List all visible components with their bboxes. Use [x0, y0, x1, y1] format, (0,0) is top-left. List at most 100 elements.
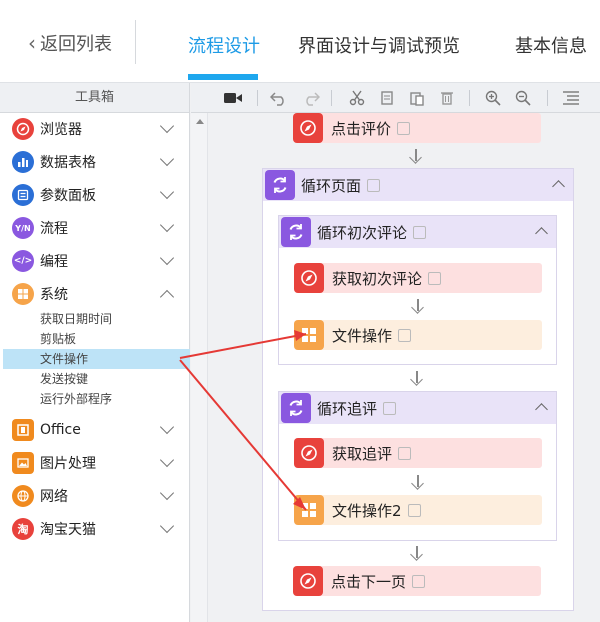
flow-canvas[interactable]: 点击评价 循环页面 循环初次评论 获取初次评论 文件操作 循环追评 获取追评 文… [208, 113, 600, 622]
category-label: 编程 [40, 254, 68, 270]
chevron-down-icon [159, 250, 175, 266]
undo-icon[interactable] [269, 88, 289, 108]
loop-followup-container[interactable]: 循环追评 获取追评 文件操作2 [278, 391, 557, 541]
node-get-followup[interactable]: 获取追评 [294, 438, 542, 468]
tab-basic-info[interactable]: 基本信息 [515, 32, 587, 58]
zoom-out-icon[interactable] [513, 88, 533, 108]
redo-icon[interactable] [301, 88, 321, 108]
chevron-up-icon[interactable] [552, 180, 565, 193]
toolbox-title: 工具箱 [0, 83, 189, 113]
loop-icon [281, 217, 311, 247]
loop-page-header[interactable]: 循环页面 [263, 169, 573, 201]
node-get-first-review[interactable]: 获取初次评论 [294, 263, 542, 293]
chevron-down-icon [159, 419, 175, 435]
node-file-operation-2[interactable]: 文件操作2 [294, 495, 542, 525]
chevron-up-icon[interactable] [535, 403, 548, 416]
system-item-send-keys[interactable]: 发送按键 [0, 369, 190, 389]
toolbar-divider [547, 90, 548, 106]
node-label: 文件操作 [332, 326, 393, 345]
toolbox-category-taobao[interactable]: 淘 淘宝天猫 [0, 515, 190, 543]
toolbar-divider [331, 90, 332, 106]
category-label: 网络 [40, 489, 68, 505]
nav-divider [135, 20, 136, 64]
tab-ui-design-preview[interactable]: 界面设计与调试预览 [298, 32, 460, 58]
system-item-file-operation[interactable]: 文件操作 [3, 349, 190, 369]
category-label: 系统 [40, 287, 68, 303]
chevron-down-icon [159, 151, 175, 167]
yn-icon: Y/N [12, 217, 34, 239]
scroll-up-icon[interactable] [196, 119, 204, 124]
canvas-toolbar [191, 83, 600, 113]
loop-label: 循环页面 [301, 176, 362, 195]
system-item-clipboard[interactable]: 剪贴板 [0, 329, 190, 349]
record-video-icon[interactable] [223, 88, 243, 108]
toolbox-category-data-table[interactable]: 数据表格 [0, 148, 190, 176]
bar-chart-icon [12, 151, 34, 173]
toolbox-category-image[interactable]: 图片处理 [0, 449, 190, 477]
loop-first-review-header[interactable]: 循环初次评论 [279, 216, 556, 248]
node-click-next-page[interactable]: 点击下一页 [293, 566, 541, 596]
chevron-up-icon[interactable] [535, 227, 548, 240]
grid-icon [294, 320, 324, 350]
delete-icon[interactable] [437, 88, 457, 108]
toolbox-category-flow[interactable]: Y/N 流程 [0, 214, 190, 242]
code-icon: </> [12, 250, 34, 272]
compass-icon [293, 113, 323, 143]
edit-icon[interactable] [398, 328, 412, 342]
category-label: 图片处理 [40, 456, 96, 472]
compass-icon [12, 118, 34, 140]
list-panel-icon [12, 184, 34, 206]
loop-followup-header[interactable]: 循环追评 [279, 392, 556, 424]
toolbar-divider [469, 90, 470, 106]
toolbox-panel: 工具箱 浏览器 数据表格 参数面板 Y/N 流程 </> 编程 系统 获取日期时… [0, 83, 190, 622]
chevron-down-icon [159, 485, 175, 501]
back-label: 返回列表 [40, 34, 112, 55]
category-label: 淘宝天猫 [40, 522, 96, 538]
edit-icon[interactable] [407, 503, 421, 517]
edit-icon[interactable] [428, 271, 442, 285]
cut-icon[interactable] [347, 88, 367, 108]
loop-page-container[interactable]: 循环页面 循环初次评论 获取初次评论 文件操作 循环追评 获取追评 文件操作2 … [262, 168, 574, 611]
office-icon [12, 419, 34, 441]
flow-arrow-down [411, 546, 423, 560]
edit-icon[interactable] [398, 446, 412, 460]
loop-label: 循环追评 [317, 399, 378, 418]
edit-icon[interactable] [383, 401, 397, 415]
image-icon [12, 452, 34, 474]
compass-icon [293, 566, 323, 596]
category-label: 浏览器 [40, 122, 82, 138]
toolbar-divider [257, 90, 258, 106]
toolbox-category-browser[interactable]: 浏览器 [0, 115, 190, 143]
loop-first-review-container[interactable]: 循环初次评论 获取初次评论 文件操作 [278, 215, 557, 365]
back-to-list-button[interactable]: ‹ 返回列表 [28, 30, 112, 56]
node-click-review[interactable]: 点击评价 [293, 113, 541, 143]
toolbox-category-param-panel[interactable]: 参数面板 [0, 181, 190, 209]
paste-icon[interactable] [407, 88, 427, 108]
chevron-left-icon: ‹ [28, 31, 36, 55]
node-label: 获取初次评论 [332, 269, 423, 288]
flow-arrow-down [411, 371, 423, 385]
align-icon[interactable] [561, 88, 581, 108]
edit-icon[interactable] [412, 574, 426, 588]
toolbox-category-programming[interactable]: </> 编程 [0, 247, 190, 275]
edit-icon[interactable] [367, 178, 381, 192]
toolbox-category-network[interactable]: 网络 [0, 482, 190, 510]
toolbox-category-office[interactable]: Office [0, 416, 190, 444]
edit-icon[interactable] [397, 121, 411, 135]
chevron-down-icon [159, 518, 175, 534]
chevron-up-icon [159, 289, 175, 305]
tab-flow-design[interactable]: 流程设计 [188, 32, 260, 58]
toolbox-category-system[interactable]: 系统 [0, 280, 190, 308]
node-label: 文件操作2 [332, 501, 402, 520]
zoom-in-icon[interactable] [483, 88, 503, 108]
compass-icon [294, 263, 324, 293]
taobao-icon: 淘 [12, 518, 34, 540]
system-item-get-datetime[interactable]: 获取日期时间 [0, 309, 190, 329]
category-label: 参数面板 [40, 188, 96, 204]
copy-icon[interactable] [377, 88, 397, 108]
system-item-run-external[interactable]: 运行外部程序 [0, 389, 190, 409]
canvas-scrollbar[interactable] [191, 113, 208, 622]
node-file-operation[interactable]: 文件操作 [294, 320, 542, 350]
chevron-down-icon [159, 452, 175, 468]
edit-icon[interactable] [413, 225, 427, 239]
